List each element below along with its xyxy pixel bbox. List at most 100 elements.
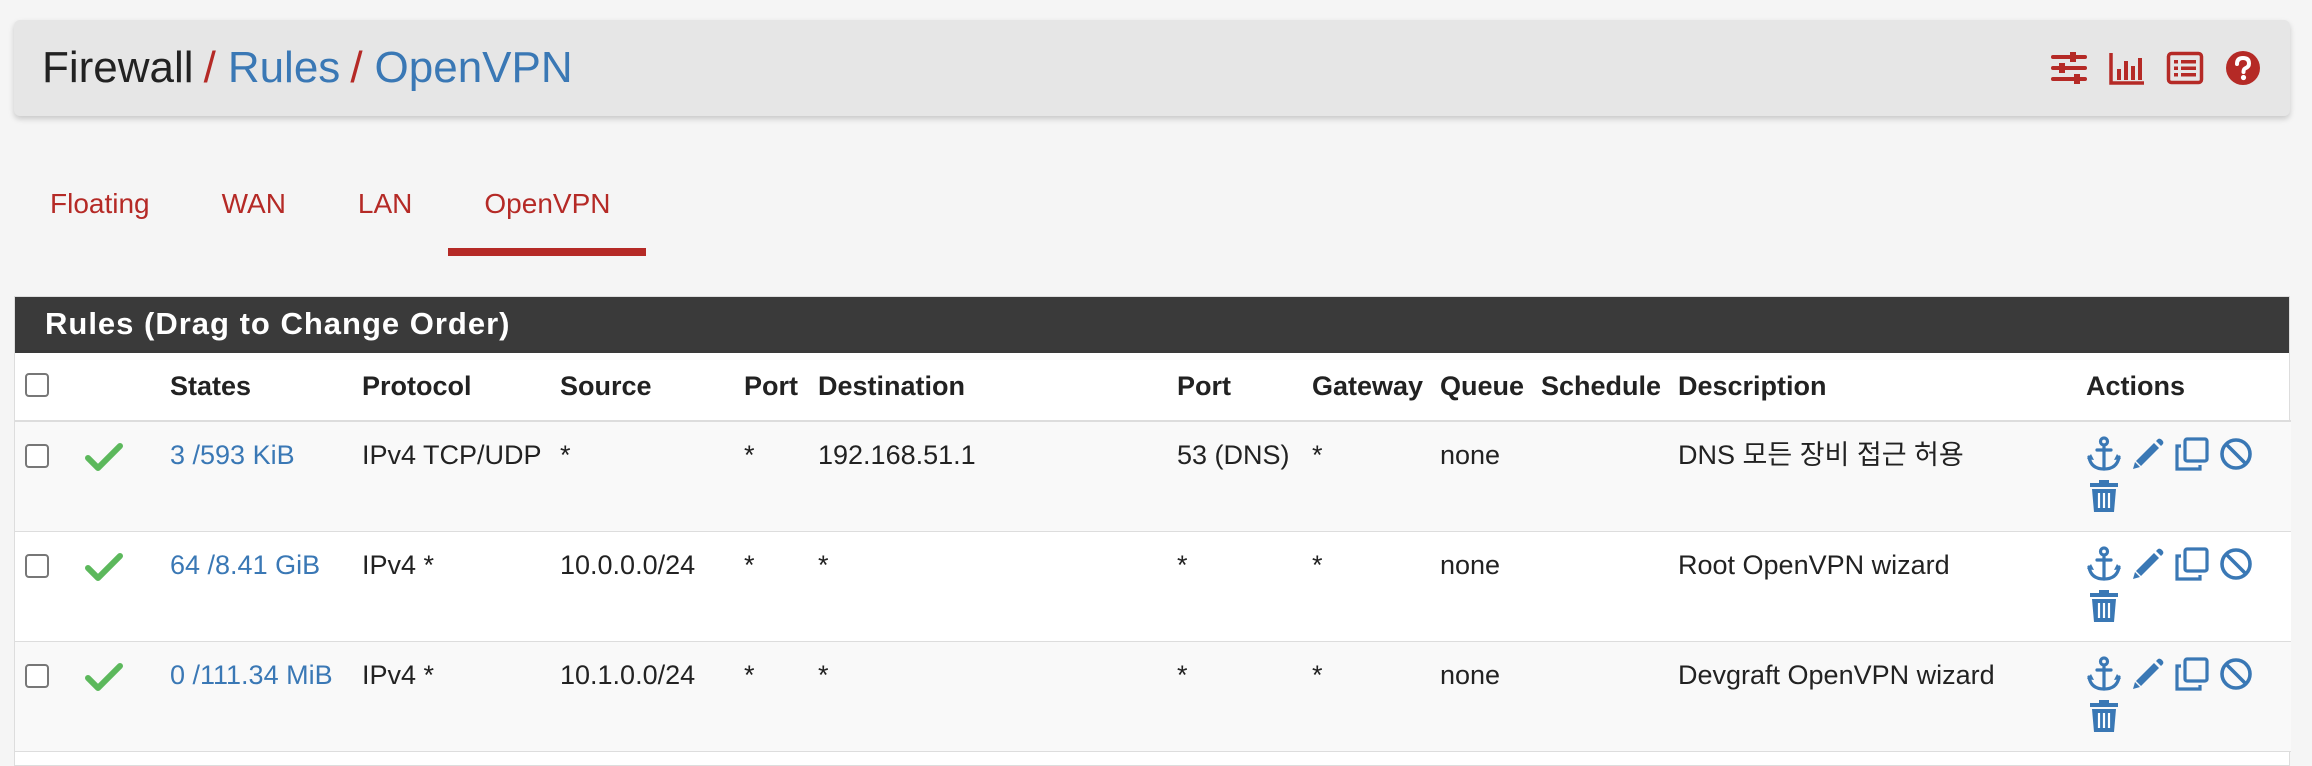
disable-icon[interactable] — [2218, 546, 2254, 582]
row-checkbox[interactable] — [25, 444, 49, 468]
rules-panel: Rules (Drag to Change Order) States Prot… — [14, 296, 2291, 766]
tab-openvpn[interactable]: OpenVPN — [448, 166, 647, 256]
help-icon[interactable] — [2224, 49, 2262, 87]
schedule-cell — [1531, 641, 1668, 752]
status-cell — [75, 421, 160, 532]
page-header: Firewall / Rules / OpenVPN — [14, 20, 2290, 116]
states-cell: 0 /111.34 MiB — [160, 641, 352, 752]
list-icon[interactable] — [2166, 49, 2204, 87]
check-icon — [85, 552, 123, 581]
source-cell: 10.0.0.0/24 — [550, 531, 734, 642]
schedule-cell — [1531, 531, 1668, 642]
states-link[interactable]: 0 /111.34 MiB — [170, 660, 333, 690]
disable-icon[interactable] — [2218, 436, 2254, 472]
check-icon — [85, 662, 123, 691]
states-link[interactable]: 3 /593 KiB — [170, 440, 295, 470]
states-link[interactable]: 64 /8.41 GiB — [170, 550, 320, 580]
anchor-icon[interactable] — [2086, 436, 2122, 472]
header-source: Source — [550, 353, 734, 422]
tab-floating[interactable]: Floating — [14, 166, 186, 256]
header-status — [75, 353, 160, 422]
tab-bar: Floating WAN LAN OpenVPN — [14, 166, 647, 256]
row-select[interactable] — [15, 421, 75, 532]
source-port-cell: * — [734, 421, 808, 532]
trash-icon[interactable] — [2086, 478, 2122, 514]
header-dest-port: Port — [1167, 353, 1302, 422]
row-select[interactable] — [15, 641, 75, 752]
dest-port-cell: * — [1167, 531, 1302, 642]
schedule-cell — [1531, 421, 1668, 532]
table-row[interactable]: 3 /593 KiB IPv4 TCP/UDP * * 192.168.51.1… — [15, 421, 2291, 532]
header-gateway: Gateway — [1302, 353, 1430, 422]
trash-icon[interactable] — [2086, 588, 2122, 624]
protocol-cell: IPv4 * — [352, 641, 550, 752]
pencil-icon[interactable] — [2130, 436, 2166, 472]
table-row[interactable]: 64 /8.41 GiB IPv4 * 10.0.0.0/24 * * * * … — [15, 531, 2291, 642]
table-row[interactable]: 0 /111.34 MiB IPv4 * 10.1.0.0/24 * * * *… — [15, 641, 2291, 752]
tab-wan[interactable]: WAN — [186, 166, 322, 256]
status-cell — [75, 531, 160, 642]
dest-port-cell: * — [1167, 641, 1302, 752]
row-checkbox[interactable] — [25, 663, 49, 688]
breadcrumb-rules-link[interactable]: Rules — [228, 43, 341, 93]
protocol-cell: IPv4 TCP/UDP — [352, 421, 550, 532]
pencil-icon[interactable] — [2130, 656, 2166, 692]
header-schedule: Schedule — [1531, 353, 1668, 422]
states-cell: 64 /8.41 GiB — [160, 531, 352, 642]
rules-table: States Protocol Source Port Destination … — [15, 353, 2291, 752]
status-cell — [75, 641, 160, 752]
header-icons — [2050, 20, 2262, 116]
description-cell: Root OpenVPN wizard — [1668, 531, 2076, 642]
actions-cell — [2076, 531, 2291, 642]
header-select-all[interactable] — [15, 353, 75, 422]
protocol-cell: IPv4 * — [352, 531, 550, 642]
destination-cell: * — [808, 531, 1167, 642]
header-source-port: Port — [734, 353, 808, 422]
sliders-icon[interactable] — [2050, 49, 2088, 87]
source-port-cell: * — [734, 531, 808, 642]
states-cell: 3 /593 KiB — [160, 421, 352, 532]
anchor-icon[interactable] — [2086, 545, 2122, 582]
check-icon — [85, 443, 123, 471]
breadcrumb: Firewall / Rules / OpenVPN — [42, 20, 573, 116]
bar-chart-icon[interactable] — [2108, 49, 2146, 87]
breadcrumb-separator: / — [350, 43, 363, 92]
header-queue: Queue — [1430, 353, 1531, 422]
actions-cell — [2076, 641, 2291, 752]
tab-lan[interactable]: LAN — [322, 166, 448, 256]
header-destination: Destination — [808, 353, 1167, 422]
dest-port-cell: 53 (DNS) — [1167, 421, 1302, 532]
copy-icon[interactable] — [2174, 656, 2210, 692]
source-port-cell: * — [734, 641, 808, 752]
copy-icon[interactable] — [2174, 546, 2210, 582]
breadcrumb-firewall: Firewall — [42, 43, 194, 92]
source-cell: 10.1.0.0/24 — [550, 641, 734, 752]
row-checkbox[interactable] — [25, 553, 49, 578]
destination-cell: * — [808, 641, 1167, 752]
queue-cell: none — [1430, 531, 1531, 642]
breadcrumb-openvpn-link[interactable]: OpenVPN — [375, 43, 573, 93]
table-header-row: States Protocol Source Port Destination … — [15, 353, 2291, 422]
disable-icon[interactable] — [2218, 656, 2254, 692]
pencil-icon[interactable] — [2130, 546, 2166, 582]
gateway-cell: * — [1302, 421, 1430, 532]
description-cell: DNS 모든 장비 접근 허용 — [1668, 421, 2076, 532]
panel-title: Rules (Drag to Change Order) — [15, 297, 2289, 353]
queue-cell: none — [1430, 421, 1531, 532]
description-cell: Devgraft OpenVPN wizard — [1668, 641, 2076, 752]
select-all-checkbox[interactable] — [25, 373, 49, 397]
row-select[interactable] — [15, 531, 75, 642]
copy-icon[interactable] — [2174, 436, 2210, 472]
anchor-icon[interactable] — [2086, 655, 2122, 692]
source-cell: * — [550, 421, 734, 532]
breadcrumb-separator: / — [203, 43, 216, 92]
destination-cell: 192.168.51.1 — [808, 421, 1167, 532]
header-states: States — [160, 353, 352, 422]
actions-cell — [2076, 421, 2291, 532]
gateway-cell: * — [1302, 641, 1430, 752]
gateway-cell: * — [1302, 531, 1430, 642]
trash-icon[interactable] — [2086, 698, 2122, 734]
header-description: Description — [1668, 353, 2076, 422]
queue-cell: none — [1430, 641, 1531, 752]
header-protocol: Protocol — [352, 353, 550, 422]
